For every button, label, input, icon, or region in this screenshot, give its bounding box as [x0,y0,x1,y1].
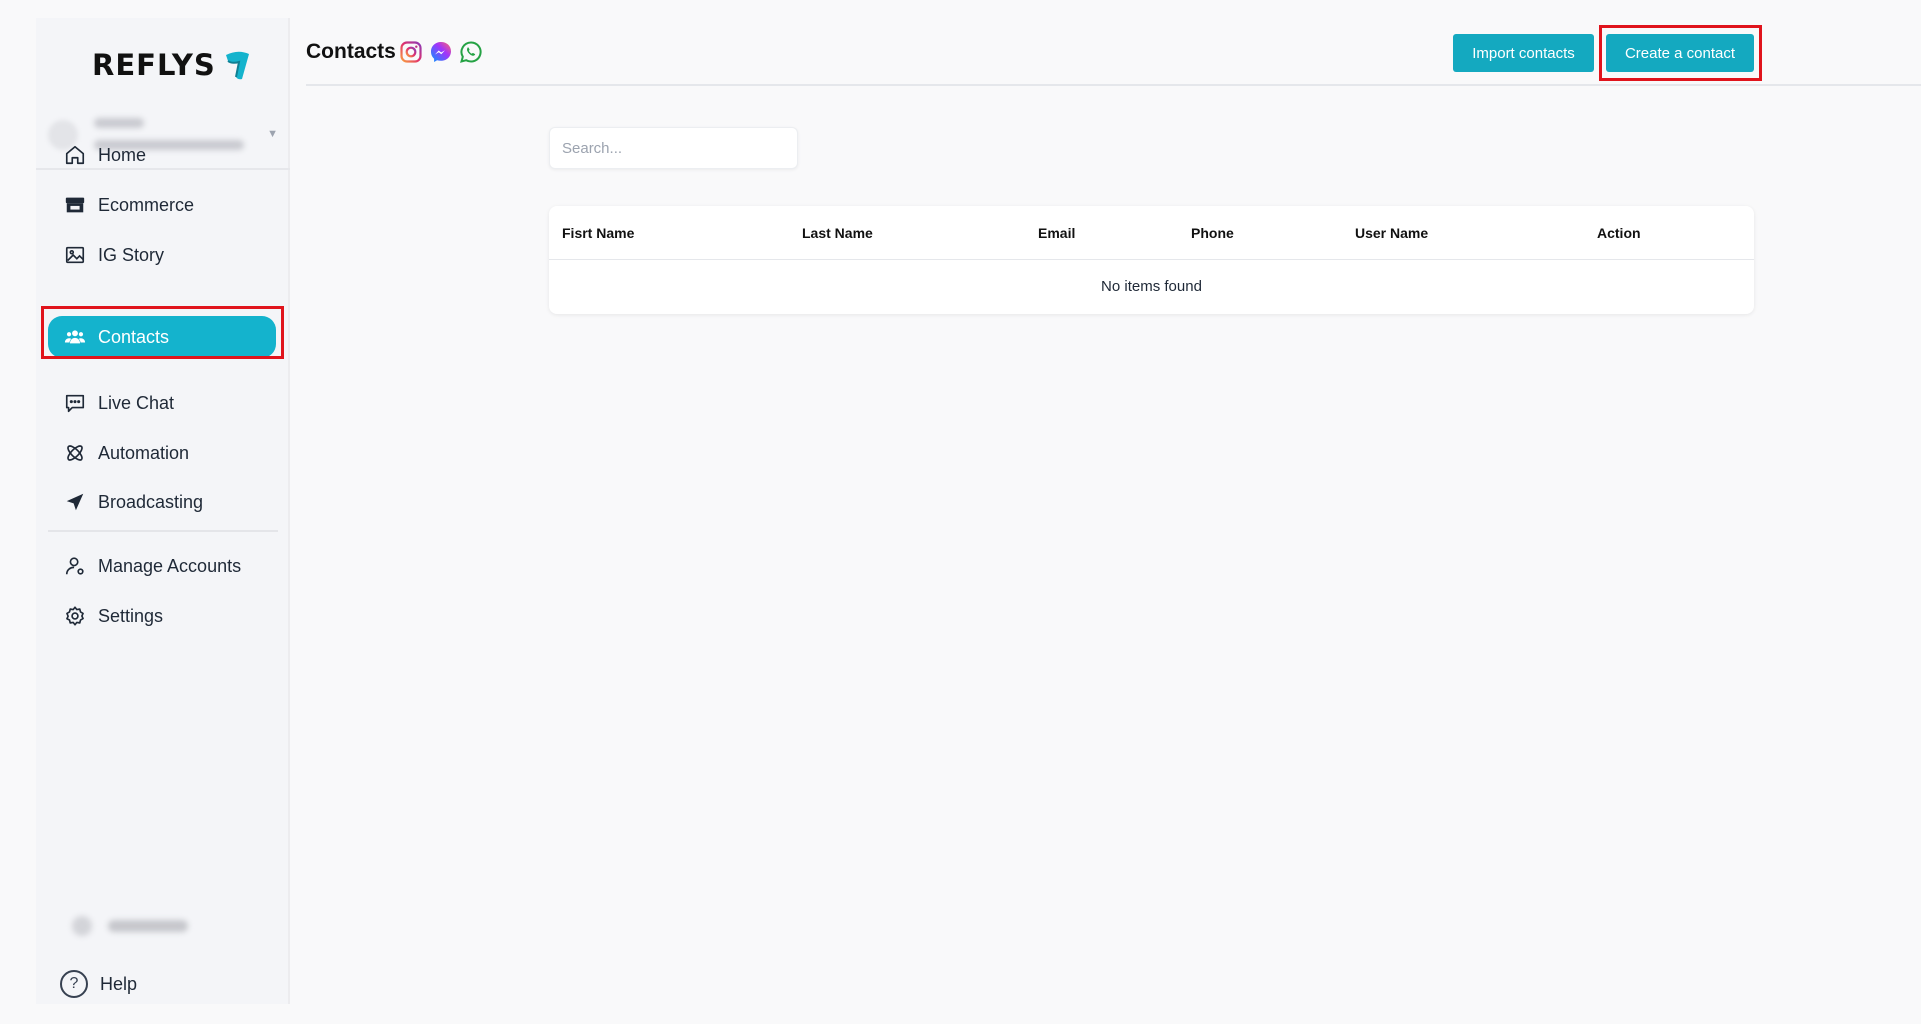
channel-icons [399,40,483,64]
sidebar-item-label: Ecommerce [98,194,195,215]
instagram-icon[interactable] [399,40,423,64]
sidebar-item-label: Live Chat [98,392,175,413]
messenger-icon[interactable] [429,40,453,64]
help-label: Help [100,973,138,994]
page-title: Contacts [306,40,396,63]
help-link[interactable]: ? Help [60,970,137,998]
logo-text: REFLYS [92,48,216,82]
sidebar-item-contacts[interactable]: Contacts [48,316,276,358]
sidebar-item-label: Home [98,144,147,165]
sidebar: REFLYS ▼ Home Ecommerce IG Story Contact… [36,18,290,1004]
automation-icon [67,445,83,461]
whatsapp-icon[interactable] [459,40,483,64]
column-header-last-name[interactable]: Last Name [802,225,873,241]
home-icon [65,145,85,165]
sidebar-divider [48,530,278,532]
sidebar-item-broadcasting[interactable]: Broadcasting [48,481,276,523]
user-icon [65,557,84,575]
sidebar-item-label: Settings [98,605,164,626]
sidebar-item-live-chat[interactable]: Live Chat [48,382,276,424]
send-icon [66,493,84,511]
empty-state-text: No items found [1101,278,1202,295]
sidebar-item-label: IG Story [98,244,165,265]
sidebar-item-settings[interactable]: Settings [48,595,276,637]
image-icon [65,246,85,264]
contacts-table: Fisrt Name Last Name Email Phone User Na… [549,206,1754,314]
sidebar-item-label: Contacts [98,326,170,347]
sidebar-item-label: Broadcasting [98,491,204,512]
sidebar-item-label: Manage Accounts [98,555,242,576]
column-header-first-name[interactable]: Fisrt Name [562,225,634,241]
gear-icon [66,606,84,626]
page-header: Contacts Import contacts Create a contac… [306,18,1921,86]
sidebar-item-home[interactable]: Home [48,134,276,176]
help-icon: ? [60,970,88,998]
search-input[interactable] [549,127,798,169]
sidebar-item-ig-story[interactable]: IG Story [48,234,276,276]
sidebar-item-label: Automation [98,442,190,463]
my-profile-redacted[interactable] [52,906,252,946]
sidebar-item-automation[interactable]: Automation [48,432,276,474]
create-contact-button[interactable]: Create a contact [1606,34,1754,72]
sidebar-item-ecommerce[interactable]: Ecommerce [48,184,276,226]
store-icon [65,197,85,213]
column-header-phone[interactable]: Phone [1191,225,1234,241]
profile-avatar [72,916,92,936]
chat-icon [65,394,85,413]
users-icon [64,330,86,344]
sidebar-item-manage-accounts[interactable]: Manage Accounts [48,545,276,587]
column-header-user-name[interactable]: User Name [1355,225,1428,241]
logo-mark-icon [225,51,249,80]
import-contacts-button[interactable]: Import contacts [1453,34,1594,72]
table-header: Fisrt Name Last Name Email Phone User Na… [549,206,1754,260]
column-header-action: Action [1597,225,1641,241]
column-header-email[interactable]: Email [1038,225,1075,241]
logo[interactable]: REFLYS [92,48,252,82]
profile-name [108,920,188,932]
account-name-redacted [94,118,144,128]
